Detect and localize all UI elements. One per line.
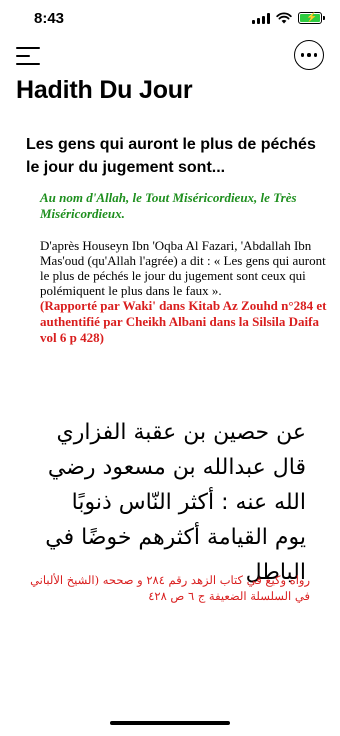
status-time: 8:43 — [34, 10, 65, 27]
menu-button[interactable] — [16, 44, 44, 68]
cellular-signal-icon — [252, 12, 270, 24]
bismillah-text: Au nom d'Allah, le Tout Miséricordieux, … — [40, 190, 297, 221]
battery-icon: ⚡ — [298, 12, 325, 24]
wifi-icon — [276, 12, 292, 24]
hadith-arabic-text: عن حصين بن عقبة الفزاري قال عبدالله بن م… — [45, 420, 306, 585]
home-indicator[interactable] — [110, 721, 230, 725]
hadith-title: Les gens qui auront le plus de péchés le… — [26, 136, 316, 176]
hadith-reference: (Rapporté par Waki' dans Kitab Az Zouhd … — [40, 298, 327, 345]
more-options-button[interactable] — [294, 40, 324, 70]
charging-bolt-icon: ⚡ — [306, 12, 318, 22]
hadith-narration: D'après Houseyn Ibn 'Oqba Al Fazari, 'Ab… — [40, 238, 326, 298]
status-bar: 8:43 ⚡ — [0, 0, 340, 40]
page-title: Hadith Du Jour — [16, 76, 193, 104]
hadith-content: Au nom d'Allah, le Tout Miséricordieux, … — [40, 190, 330, 346]
hadith-arabic-reference: رواه وكيع في كتاب الزهد رقم ٢٨٤ و صححه (… — [30, 573, 310, 603]
status-icons: ⚡ — [252, 12, 325, 24]
